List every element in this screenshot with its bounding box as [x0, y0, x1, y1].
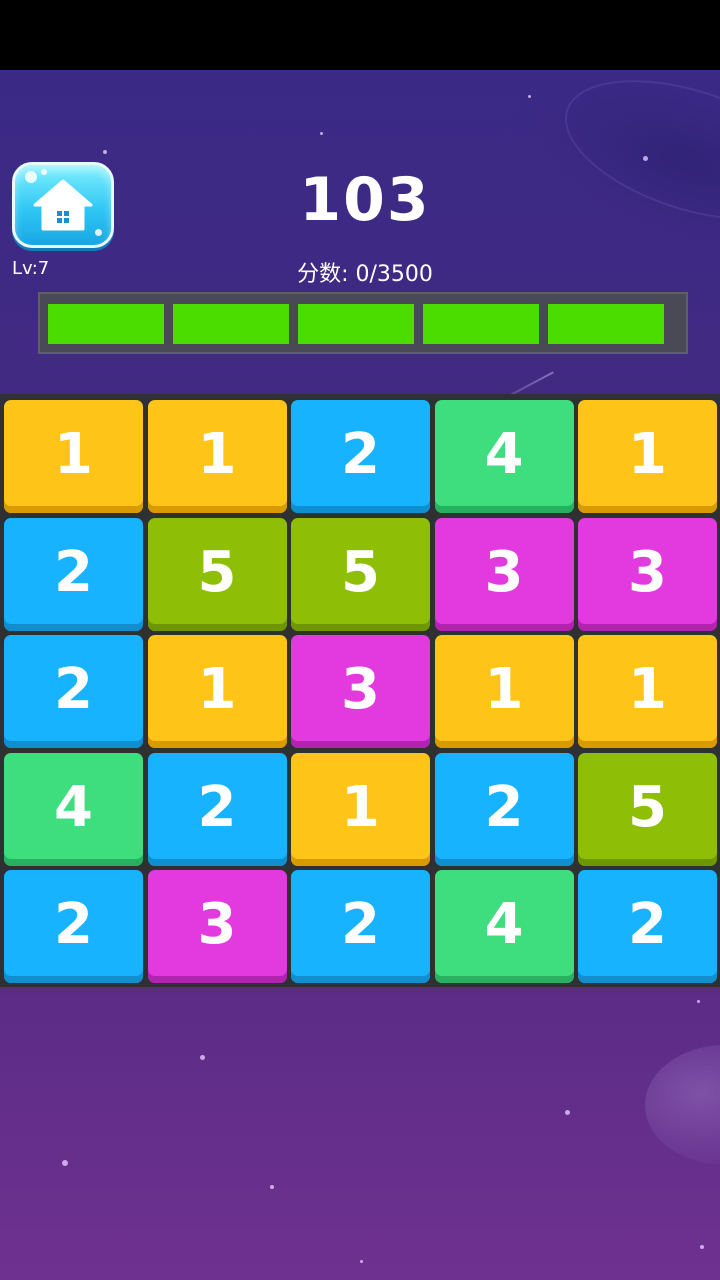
tile-value: 2 [197, 774, 237, 840]
bubble-decoration [41, 169, 47, 175]
moon-decoration [645, 1045, 720, 1165]
star-decoration [270, 1185, 274, 1189]
number-tile[interactable]: 1 [434, 635, 574, 748]
tile-value: 4 [484, 892, 524, 957]
star-decoration [528, 95, 531, 98]
progress-segment [548, 304, 664, 344]
number-tile[interactable]: 4 [4, 752, 143, 866]
tile-value: 4 [54, 774, 93, 840]
progress-segment [48, 304, 164, 344]
number-tile[interactable]: 2 [147, 752, 287, 866]
bubble-decoration [25, 171, 37, 183]
number-tile[interactable]: 1 [4, 400, 143, 513]
tile-value: 3 [628, 539, 667, 605]
number-tile[interactable]: 1 [147, 400, 287, 513]
game-stage: Lv:7 103 分数: 0/3500 1 1 2 4 1 2 5 5 3 3 2 1 3 1 1 4 2 1 2 5… [0, 70, 720, 1280]
number-tile[interactable]: 5 [291, 517, 430, 631]
star-decoration [643, 156, 648, 161]
star-decoration [700, 1245, 704, 1249]
tile-value: 3 [484, 539, 524, 605]
number-tile[interactable]: 4 [434, 400, 574, 513]
score-progress-bar [38, 292, 688, 354]
tile-value: 2 [54, 539, 93, 605]
number-tile[interactable]: 2 [578, 870, 717, 983]
number-tile[interactable]: 3 [291, 635, 430, 748]
number-tile[interactable]: 1 [578, 400, 717, 513]
tile-value: 5 [341, 539, 380, 605]
bubble-decoration [95, 229, 102, 236]
tile-value: 2 [54, 657, 93, 722]
progress-segment [298, 304, 414, 344]
home-button[interactable] [12, 162, 114, 248]
star-decoration [62, 1160, 68, 1166]
home-icon [33, 179, 93, 231]
tile-value: 2 [341, 892, 380, 957]
score-label: 分数: 0/3500 [297, 262, 433, 287]
number-tile[interactable]: 2 [4, 517, 143, 631]
tile-value: 1 [628, 657, 667, 722]
tile-value: 1 [54, 422, 93, 487]
tile-value: 1 [484, 657, 524, 722]
tile-value: 1 [197, 657, 237, 722]
star-decoration [360, 1260, 363, 1263]
star-decoration [565, 1110, 570, 1115]
progress-segment [173, 304, 289, 344]
number-tile[interactable]: 3 [147, 870, 287, 983]
number-tile[interactable]: 2 [4, 635, 143, 748]
tile-value: 3 [197, 892, 237, 957]
progress-segment [423, 304, 539, 344]
tile-value: 2 [484, 774, 524, 840]
number-tile[interactable]: 3 [434, 517, 574, 631]
number-tile[interactable]: 1 [578, 635, 717, 748]
tile-value: 2 [628, 892, 667, 957]
status-bar [0, 0, 720, 70]
star-decoration [103, 150, 107, 154]
number-tile[interactable]: 2 [291, 870, 430, 983]
tile-value: 2 [341, 422, 380, 487]
number-tile[interactable]: 3 [578, 517, 717, 631]
moves-counter: 103 [299, 165, 431, 235]
star-decoration [320, 132, 323, 135]
tile-value: 1 [197, 422, 237, 487]
number-tile[interactable]: 5 [578, 752, 717, 866]
tile-value: 4 [484, 422, 524, 487]
tile-value: 3 [341, 657, 380, 722]
tile-value: 2 [54, 892, 93, 957]
star-decoration [697, 1000, 700, 1003]
number-tile[interactable]: 5 [147, 517, 287, 631]
level-label: Lv:7 [12, 258, 50, 279]
tile-value: 5 [197, 539, 237, 605]
game-board: 1 1 2 4 1 2 5 5 3 3 2 1 3 1 1 4 2 1 2 5 2 3 2 4 2 [0, 394, 720, 987]
number-tile[interactable]: 1 [291, 752, 430, 866]
tile-value: 1 [341, 774, 380, 840]
tile-value: 5 [628, 774, 667, 840]
star-decoration [200, 1055, 205, 1060]
tile-value: 1 [628, 422, 667, 487]
number-tile[interactable]: 2 [4, 870, 143, 983]
number-tile[interactable]: 1 [147, 635, 287, 748]
number-tile[interactable]: 4 [434, 870, 574, 983]
number-tile[interactable]: 2 [434, 752, 574, 866]
number-tile[interactable]: 2 [291, 400, 430, 513]
